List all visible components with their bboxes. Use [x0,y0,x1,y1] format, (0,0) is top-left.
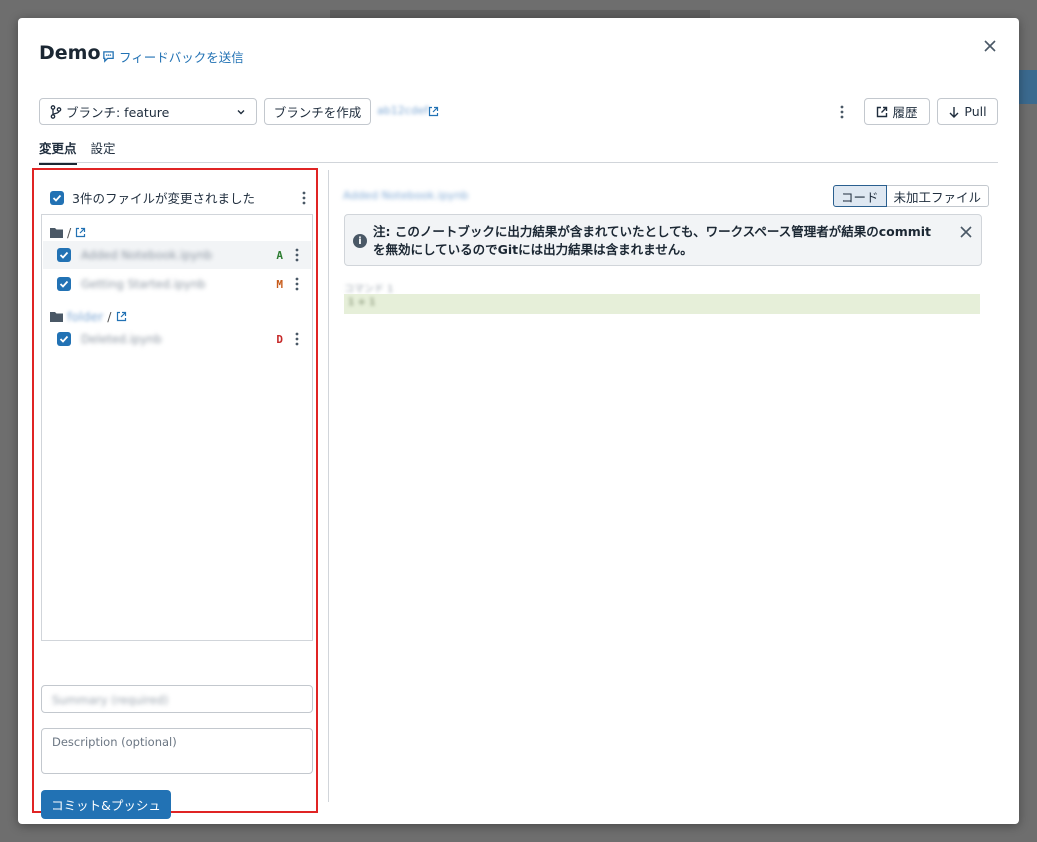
file-name: Getting Started.ipynb [81,277,206,291]
diff-line-text: 1 + 1 [348,297,376,308]
view-toggle: コード 未加工ファイル [833,185,990,207]
pull-label: Pull [964,104,987,119]
more-options-icon[interactable] [293,247,301,263]
chat-icon [103,51,114,63]
changes-count-label: 3件のファイルが変更されました [72,191,255,206]
folder-icon [50,312,63,322]
diff-added-line: 1 + 1 [344,294,980,314]
changes-panel: 3件のファイルが変更されました / Added Notebook.ipynb A… [40,180,316,819]
history-button[interactable]: 履歴 [864,98,930,125]
tab-changes[interactable]: 変更点 [39,138,77,165]
check-icon [59,280,69,288]
file-checkbox[interactable] [57,332,71,346]
folder-icon [50,228,63,238]
branch-select[interactable]: ブランチ: feature [39,98,257,125]
summary-placeholder: Summary (required) [52,693,169,707]
file-checkbox[interactable] [57,277,71,291]
external-link-icon [877,106,888,117]
commit-ref-link[interactable]: ab12cdef [377,104,428,117]
more-options-icon[interactable] [300,190,308,206]
git-dialog: Demo フィードバックを送信 ブランチ: feature ブランチを作成 ab… [18,18,1019,824]
notice-text: 注: このノートブックに出力結果が含まれていたとしても、ワークスペース管理者が結… [373,224,932,257]
file-row[interactable]: Added Notebook.ipynb A [43,241,311,269]
more-options-icon[interactable] [293,331,301,347]
branch-label: ブランチ: feature [66,105,170,120]
folder-path: / [107,309,112,324]
commit-summary-input[interactable]: Summary (required) [41,685,313,713]
tab-settings[interactable]: 設定 [91,138,116,165]
folder-row: / [50,225,86,240]
history-label: 履歴 [892,105,918,120]
more-options-icon[interactable] [293,276,301,292]
branch-icon [50,104,62,119]
commit-description-input[interactable]: Description (optional) [41,728,313,774]
file-status-badge: D [276,332,283,346]
file-status-badge: M [276,277,283,291]
pull-button[interactable]: Pull [937,98,998,125]
folder-row: folder / [50,309,127,324]
feedback-link[interactable]: フィードバックを送信 [102,47,244,66]
toggle-raw-file[interactable]: 未加工ファイル [886,185,990,207]
file-status-badge: A [276,248,283,262]
file-checkbox[interactable] [57,248,71,262]
folder-name[interactable]: folder [67,309,103,324]
check-icon [59,251,69,259]
tabs-divider [39,162,998,163]
more-options-icon[interactable] [838,104,846,120]
feedback-label: フィードバックを送信 [119,50,244,65]
external-link-icon[interactable] [428,106,439,117]
external-link-icon[interactable] [75,227,86,238]
close-icon[interactable] [981,37,999,55]
file-row[interactable]: Getting Started.ipynb M [43,270,311,298]
create-branch-button[interactable]: ブランチを作成 [264,98,371,125]
file-row[interactable]: Deleted.ipynb D [43,325,311,353]
dialog-title: Demo [39,42,101,64]
folder-path: / [67,225,72,240]
check-icon [59,335,69,343]
info-icon: i [353,234,367,248]
tab-bar: 変更点 設定 [39,138,116,165]
file-name: Deleted.ipynb [81,332,162,346]
commit-push-button[interactable]: コミット&プッシュ [41,790,171,819]
close-icon[interactable] [959,225,973,239]
diff-file-title[interactable]: Added Notebook.ipynb [343,189,468,202]
external-link-icon[interactable] [116,311,127,322]
panel-divider[interactable] [328,170,329,802]
chevron-down-icon [237,109,245,114]
file-list: / Added Notebook.ipynb A Getting Started… [41,214,313,641]
toggle-code[interactable]: コード [833,185,887,207]
check-icon [52,194,62,202]
outputs-notice: i 注: このノートブックに出力結果が含まれていたとしても、ワークスペース管理者… [344,214,982,266]
select-all-checkbox[interactable] [50,190,64,205]
changes-header: 3件のファイルが変更されました [50,188,308,207]
cell-label: コマンド 1 [344,284,394,295]
file-name: Added Notebook.ipynb [81,248,213,262]
arrow-down-icon [949,106,959,118]
